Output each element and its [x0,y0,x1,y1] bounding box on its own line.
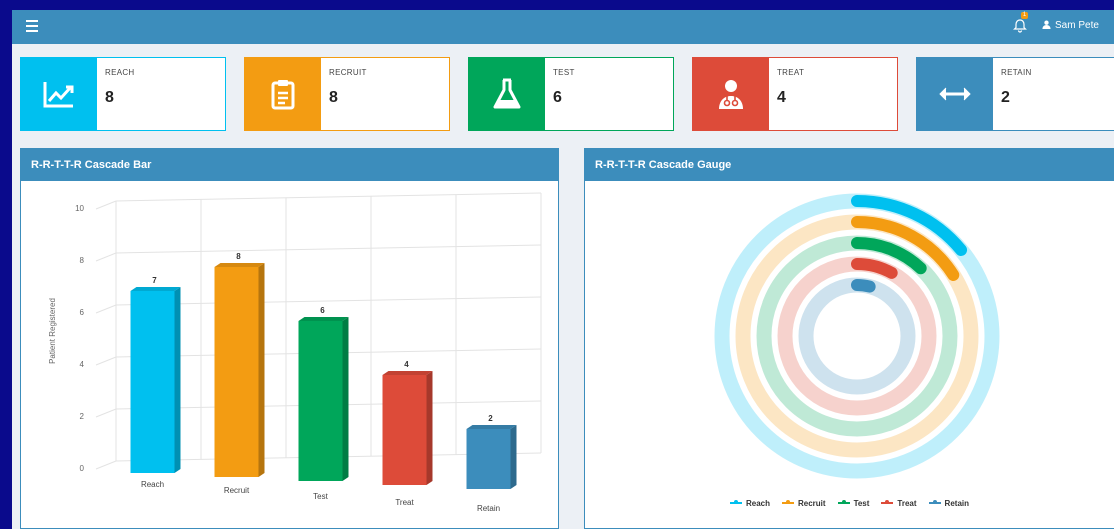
y-tick-label: 4 [80,360,85,369]
x-tick-label: Test [313,492,328,501]
bar-top [130,287,181,291]
kpi-treat: TREAT 4 [692,57,898,131]
user-icon [1042,20,1051,29]
legend-label: Reach [745,499,770,508]
flask-icon [469,58,545,130]
gauge-track-retain [798,277,916,395]
gridline-y-side [95,252,117,262]
kpi-reach: REACH 8 [20,57,226,131]
bar-reach [130,291,175,473]
kpi-value: 2 [1001,89,1010,106]
y-tick-label: 0 [80,464,85,473]
legend-marker [928,500,941,504]
user-name: Sam Pete [1055,20,1099,31]
legend-label: Test [853,499,870,508]
user-menu[interactable]: Sam Pete [1042,20,1099,31]
dashboard: 1 Sam Pete REACH 8 RECRUIT 8 TEST 6 TREAT 4 … [12,10,1114,529]
y-tick-label: 6 [80,308,85,317]
cascade-bar-chart: 0 2 4 6 8 10 Patient Registered 7 Reach 8 Recruit 6… [48,192,542,513]
data-label: 8 [236,252,241,261]
menu-toggle-icon[interactable] [26,20,38,32]
x-tick-label: Retain [477,504,500,513]
legend-marker [837,500,850,504]
legend-item-reach[interactable]: Reach [729,499,770,508]
data-label: 6 [320,306,325,315]
legend-item-recruit[interactable]: Recruit [782,499,826,508]
kpi-label: TEST [553,68,575,77]
legend-label: Recruit [798,499,826,508]
gridline-y-side [95,408,117,418]
bar-top [382,371,433,375]
kpi-test: TEST 6 [468,57,674,131]
bell-icon[interactable] [1012,18,1028,34]
legend-item-test[interactable]: Test [837,499,870,508]
gridline-y [115,244,542,254]
kpi-label: TREAT [777,68,805,77]
bar-top [298,317,349,321]
y-axis-label: Patient Registered [48,298,57,364]
notification-badge: 1 [1021,12,1028,19]
cascade-gauge-chart [714,193,1000,479]
y-tick-label: 8 [80,256,85,265]
kpi-value: 4 [777,89,786,106]
bar-side [258,263,265,477]
legend-marker [782,500,794,504]
bar-test [298,321,343,481]
legend-marker [729,500,742,504]
kpi-value: 8 [329,89,338,106]
top-navbar: 1 Sam Pete [12,10,1114,44]
clipboard-icon [245,58,321,130]
doctor-icon [693,58,769,130]
x-tick-label: Treat [395,498,414,507]
bar-side [342,317,349,481]
data-label: 4 [404,360,409,369]
legend-item-retain[interactable]: Retain [928,499,969,508]
gridline-y [115,192,542,202]
y-tick-label: 2 [80,412,85,421]
gridline-y-side [95,356,117,366]
panel-title: R-R-T-T-R Cascade Gauge [585,149,1114,181]
kpi-label: REACH [105,68,135,77]
gridline-y-side [95,200,117,210]
kpi-label: RETAIN [1001,68,1032,77]
bar-retain [466,429,511,489]
bar-side [510,425,517,489]
legend-label: Retain [944,499,969,508]
bar-top [214,263,265,267]
y-tick-label: 10 [75,204,84,213]
panel-title: R-R-T-T-R Cascade Bar [21,149,558,181]
data-label: 7 [152,276,157,285]
bar-recruit [214,267,259,477]
data-label: 2 [488,414,493,423]
kpi-recruit: RECRUIT 8 [244,57,450,131]
x-tick-label: Recruit [224,486,250,495]
bar-side [174,287,181,473]
gridline-y-side [95,304,117,314]
arrows-horizontal-icon [917,58,993,130]
x-tick-label: Reach [141,480,164,489]
gauge-legend: Reach Recruit Test Treat Retain [585,499,1114,508]
trend-up-icon [21,58,97,130]
bar-side [426,371,433,485]
legend-marker [881,500,894,504]
legend-item-treat[interactable]: Treat [881,499,917,508]
kpi-value: 8 [105,89,114,106]
bar-treat [382,375,427,485]
kpi-label: RECRUIT [329,68,367,77]
legend-label: Treat [897,499,917,508]
cascade-bar-panel: R-R-T-T-R Cascade Bar 0 2 4 6 8 10 Patient Reg… [20,148,559,529]
bar-top [466,425,517,429]
kpi-retain: RETAIN 2 [916,57,1114,131]
kpi-value: 6 [553,89,562,106]
cascade-gauge-panel: R-R-T-T-R Cascade Gauge Reach Recruit Test… [584,148,1114,529]
gridline-y-side [95,460,117,470]
